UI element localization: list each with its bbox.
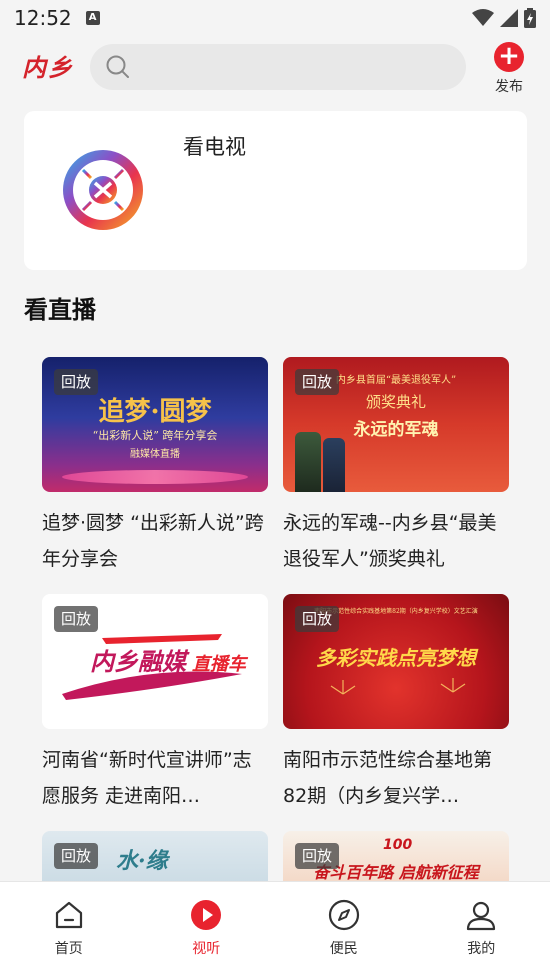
live-thumbnail[interactable]: 南阳市示范性综合实践基地第82期（内乡复兴学校）文艺汇演 多彩实践点亮梦想 回放 [283,594,509,729]
replay-badge: 回放 [295,369,340,395]
nav-item-home[interactable]: 首页 [0,882,138,979]
app-logo: 内乡 [22,53,74,82]
live-tile-title: 河南省“新时代宣讲师”志愿服务 走进南阳… [42,749,252,807]
nav-label-home: 首页 [54,941,83,957]
live-thumbnail[interactable]: 追梦·圆梦 “出彩新人说” 跨年分享会 融媒体直播 回放 [42,357,268,492]
replay-badge: 回放 [295,606,340,632]
thumb-headline: 追梦·圆梦 [98,397,212,427]
thumb-subtitle: 直播车 [192,654,246,675]
tv-card[interactable]: 看电视 [24,111,527,270]
nav-label-mine: 我的 [467,941,496,957]
nav-label-services: 便民 [329,941,358,957]
live-tile-1[interactable]: 追梦·圆梦 “出彩新人说” 跨年分享会 融媒体直播 回放 追梦·圆梦 “出彩新人… [42,357,268,577]
live-tile-4[interactable]: 南阳市示范性综合实践基地第82期（内乡复兴学校）文艺汇演 多彩实践点亮梦想 回放… [283,594,509,814]
search-input[interactable] [130,44,466,90]
status-time: 12:52 [14,6,72,30]
thumb-subtitle: “出彩新人说” 跨年分享会 [92,429,218,442]
live-section-title: 看直播 [24,296,96,324]
signal-icon [500,9,518,27]
wifi-icon [472,9,494,26]
replay-badge: 回放 [54,369,99,395]
tv-logo-icon [63,150,143,230]
live-tile-title: 永远的军魂--内乡县“最美退役军人”颁奖典礼 [283,512,497,570]
publish-label: 发布 [495,79,523,95]
tv-card-title: 看电视 [183,135,246,159]
replay-badge: 回放 [54,843,99,869]
live-tile-title: 南阳市示范性综合基地第82期（内乡复兴学… [283,749,493,807]
search-bar[interactable] [90,44,466,90]
soldier-figures [295,432,321,492]
live-tile-title: 追梦·圆梦 “出彩新人说”跨年分享会 [42,512,264,570]
home-icon [55,901,82,929]
user-icon [467,901,496,931]
publish-button[interactable]: + 发布 [488,42,530,96]
app-header: 内乡 + 发布 [0,36,550,100]
thumb-footer: 融媒体直播 [130,449,180,460]
live-tile-3[interactable]: 内乡融媒 直播车 回放 河南省“新时代宣讲师”志愿服务 走进南阳… [42,594,268,814]
nav-item-mine[interactable]: 我的 [413,882,550,979]
nav-item-services[interactable]: 便民 [275,882,413,979]
thumb-headline: 内乡融媒 [90,647,186,676]
bottom-nav: 首页 视听 便民 我的 [0,881,550,979]
thumb-headline: 水·缘 [116,848,168,874]
stage-decoration [62,470,248,484]
live-thumbnail[interactable]: 内乡融媒 直播车 回放 [42,594,268,729]
play-icon [191,900,222,930]
battery-icon [524,8,536,28]
plus-icon: + [494,42,524,72]
soldier-figures [323,438,345,492]
replay-badge: 回放 [295,843,340,869]
notification-icon: A [85,11,100,25]
status-bar: 12:52 A [0,0,550,36]
thumb-top-text: 100 [383,837,413,853]
compass-icon [328,899,359,931]
nav-item-watch[interactable]: 视听 [138,882,276,979]
nav-label-watch: 视听 [192,941,221,957]
live-tile-2[interactable]: 内乡县首届“最美退役军人” 颁奖典礼 永远的军魂 回放 永远的军魂--内乡县“最… [283,357,509,577]
live-thumbnail[interactable]: 内乡县首届“最美退役军人” 颁奖典礼 永远的军魂 回放 [283,357,509,492]
replay-badge: 回放 [54,606,99,632]
search-icon [106,55,129,78]
